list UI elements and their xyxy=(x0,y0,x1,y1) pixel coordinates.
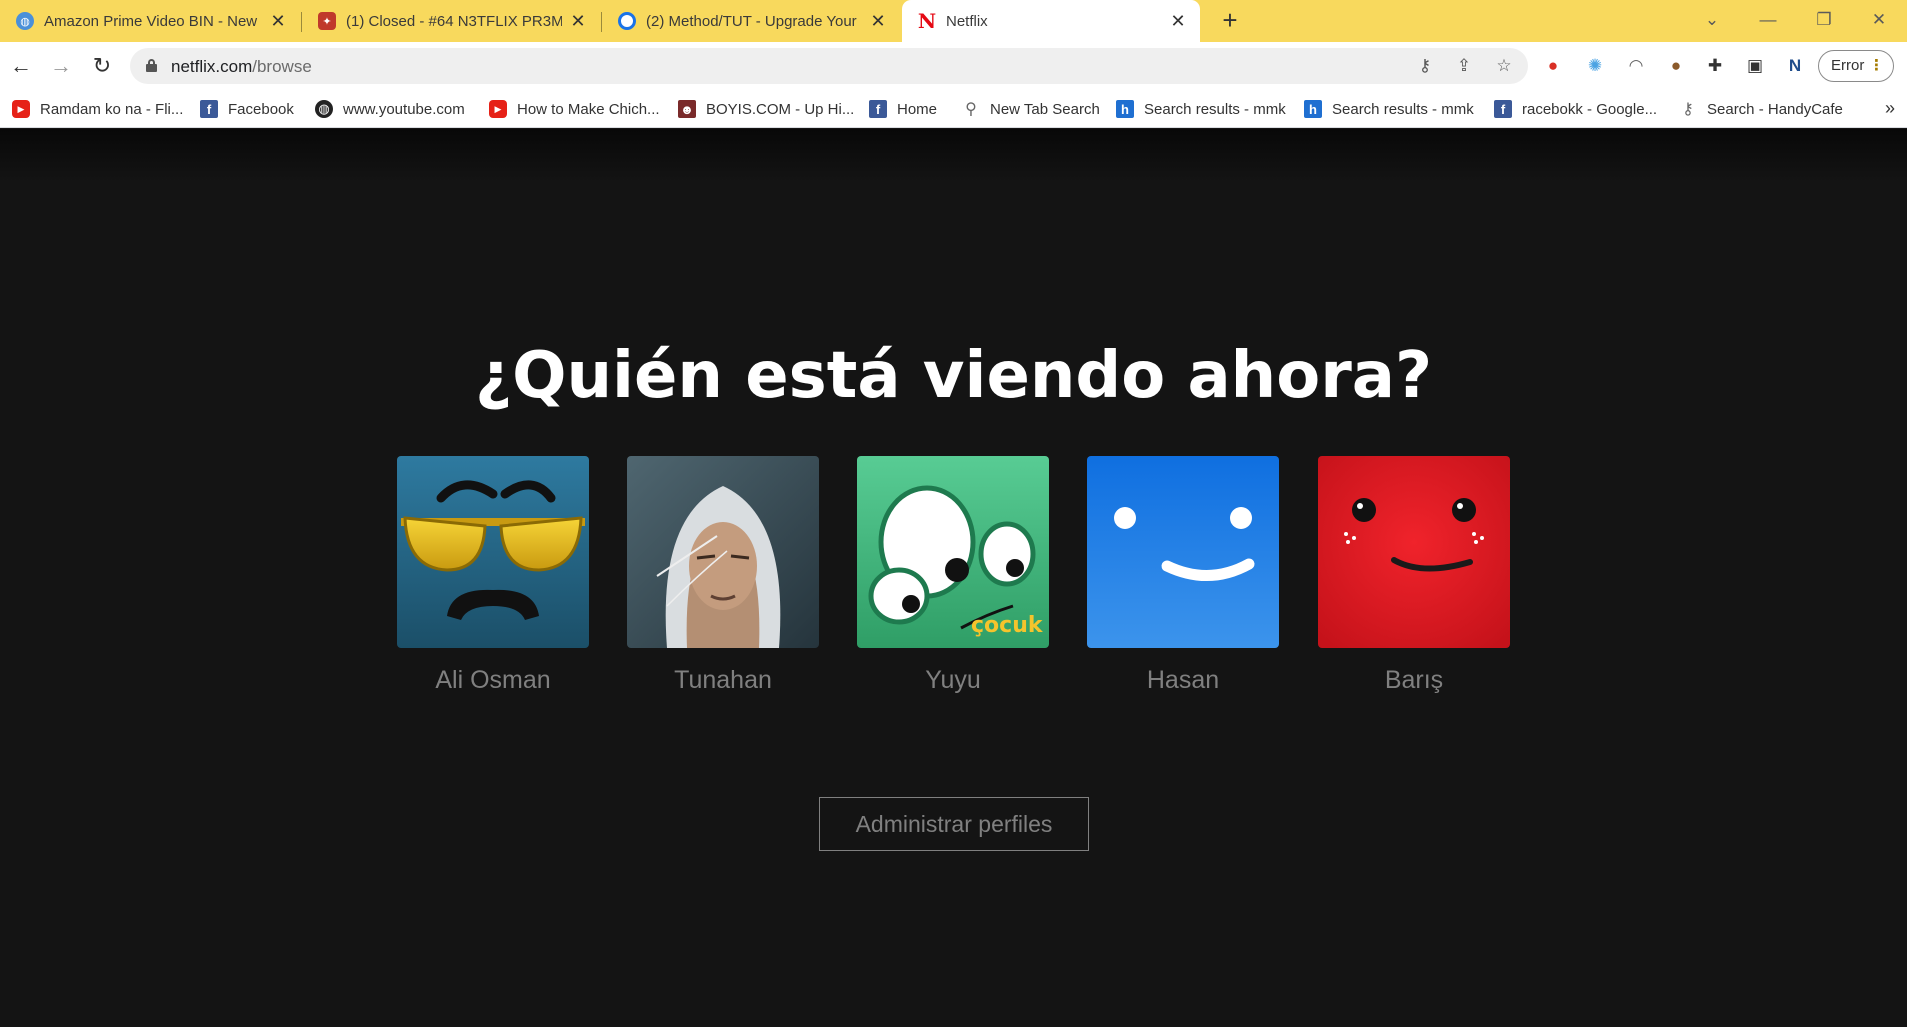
profile-name: Tunahan xyxy=(674,666,772,694)
shield-favicon-icon: ✦ xyxy=(318,12,336,30)
forward-arrow-icon[interactable]: → xyxy=(45,50,77,82)
url-domain: netflix.com xyxy=(171,57,253,76)
profile-name: Barış xyxy=(1384,666,1444,694)
bookmark-label: New Tab Search xyxy=(990,100,1100,118)
restore-icon[interactable]: ❐ xyxy=(1796,0,1852,42)
globe-icon: ◍ xyxy=(315,100,333,118)
share-icon[interactable]: ⇪ xyxy=(1453,55,1475,77)
profile-name: Yuyu xyxy=(925,666,981,694)
bookmark-item[interactable]: h Search results - mmk xyxy=(1304,99,1474,119)
cocuk-badge: çocuk xyxy=(971,613,1044,638)
sunglasses-mustache-avatar-icon[interactable] xyxy=(397,456,589,648)
search-icon: ⚲ xyxy=(965,101,977,118)
boyis-icon: ☻ xyxy=(678,100,696,118)
bookmark-label: www.youtube.com xyxy=(343,100,465,118)
tab-title: Netflix xyxy=(946,12,988,30)
profile-ali-osman[interactable]: Ali Osman xyxy=(397,456,589,695)
bookmark-label: How to Make Chich... xyxy=(517,100,660,118)
tab-closed-thread[interactable]: ✦ (1) Closed - #64 N3TFLIX PR3MIU ✕ xyxy=(302,0,600,42)
witcher-avatar-icon[interactable] xyxy=(627,456,819,648)
youtube-icon: ▶ xyxy=(12,100,30,118)
profile-tunahan[interactable]: Tunahan xyxy=(627,456,819,695)
chrome-favicon-icon xyxy=(618,12,636,30)
bookmark-item[interactable]: f Home xyxy=(869,99,937,119)
facebook-icon: f xyxy=(1494,100,1512,118)
bookmark-item[interactable]: ⚲ New Tab Search xyxy=(962,99,1100,119)
key-icon: ⚷ xyxy=(1682,101,1694,118)
cocuk-kids-avatar-icon[interactable]: çocuk xyxy=(857,456,1049,648)
page-title: ¿Quién está viendo ahora? xyxy=(474,339,1433,413)
blue-smile-avatar-icon[interactable] xyxy=(1087,456,1279,648)
bookmark-item[interactable]: ▶ Ramdam ko na - Fli... xyxy=(12,99,183,119)
back-arrow-icon[interactable]: ← xyxy=(5,50,37,82)
bookmark-label: Ramdam ko na - Fli... xyxy=(40,100,184,118)
bookmark-item[interactable]: ◍ www.youtube.com xyxy=(315,99,465,119)
extension-blue-icon[interactable]: ✺ xyxy=(1583,54,1607,78)
key-icon[interactable]: ⚷ xyxy=(1414,55,1436,77)
url-path: /browse xyxy=(252,57,312,76)
profile-name: Ali Osman xyxy=(435,666,551,694)
manage-profiles-button[interactable]: Administrar perfiles xyxy=(819,797,1089,851)
tab-search-chevron-icon[interactable]: ⌄ xyxy=(1684,0,1740,42)
error-profile-button[interactable]: Error ⋮ xyxy=(1818,50,1894,82)
bookmark-item[interactable]: h Search results - mmk xyxy=(1116,99,1286,119)
bookmark-label: Search results - mmk xyxy=(1144,100,1286,118)
bookmark-item[interactable]: ☻ BOYIS.COM - Up Hi... xyxy=(678,99,854,119)
new-tab-button[interactable]: + xyxy=(1214,4,1246,36)
profile-baris[interactable]: Barış xyxy=(1318,456,1510,695)
bookmarks-overflow-chevron[interactable]: » xyxy=(1885,98,1895,119)
profile-hasan[interactable]: Hasan xyxy=(1087,456,1279,695)
tab-netflix[interactable]: N Netflix ✕ xyxy=(902,0,1200,42)
tab-title: (1) Closed - #64 N3TFLIX PR3MIU xyxy=(346,12,562,30)
lock-icon xyxy=(146,59,157,72)
bookmark-label: BOYIS.COM - Up Hi... xyxy=(706,100,855,118)
close-tab-icon[interactable]: ✕ xyxy=(868,11,888,32)
url-text: netflix.com/browse xyxy=(171,57,312,77)
red-fluffy-avatar-icon[interactable] xyxy=(1318,456,1510,648)
bookmark-item[interactable]: ⚷ Search - HandyCafe xyxy=(1679,99,1843,119)
bookmark-label: Search - HandyCafe xyxy=(1707,100,1843,118)
tab-amazon-prime[interactable]: ◍ Amazon Prime Video BIN - New ✕ xyxy=(0,0,300,42)
bookmark-label: racebokk - Google... xyxy=(1522,100,1658,118)
error-label: Error xyxy=(1831,57,1865,74)
address-bar[interactable]: netflix.com/browse ⚷ ⇪ ☆ xyxy=(130,48,1528,84)
bookmark-label: Facebook xyxy=(228,100,294,118)
youtube-icon: ▶ xyxy=(489,100,507,118)
facebook-icon: f xyxy=(200,100,218,118)
bookmark-label: Home xyxy=(897,100,938,118)
extensions-puzzle-icon[interactable]: ✚ xyxy=(1703,54,1727,78)
bookmarks-bar: ▶ Ramdam ko na - Fli... f Facebook ◍ www… xyxy=(0,90,1907,128)
profile-n-icon[interactable]: N xyxy=(1783,54,1807,78)
profile-yuyu[interactable]: çocuk Yuyu xyxy=(857,456,1049,695)
extension-red-icon[interactable]: ● xyxy=(1541,54,1565,78)
cookie-icon[interactable]: ● xyxy=(1664,54,1688,78)
menu-kebab-icon: ⋮ xyxy=(1869,57,1884,74)
close-tab-icon[interactable]: ✕ xyxy=(568,11,588,32)
bookmark-item[interactable]: f Facebook xyxy=(200,99,294,119)
tab-method-tut[interactable]: (2) Method/TUT - Upgrade Your ✕ xyxy=(602,0,900,42)
tab-title: (2) Method/TUT - Upgrade Your xyxy=(646,12,857,30)
close-window-icon[interactable]: ✕ xyxy=(1851,0,1907,42)
tab-title: Amazon Prime Video BIN - New xyxy=(44,12,258,30)
bookmark-item[interactable]: f racebokk - Google... xyxy=(1494,99,1657,119)
close-tab-icon[interactable]: ✕ xyxy=(1168,11,1188,32)
globe-favicon-icon: ◍ xyxy=(16,12,34,30)
bookmark-star-icon[interactable]: ☆ xyxy=(1493,55,1515,77)
tab-strip: ◍ Amazon Prime Video BIN - New ✕ ✦ (1) C… xyxy=(0,0,1907,42)
page-top-gradient xyxy=(0,129,1907,183)
facebook-icon: f xyxy=(869,100,887,118)
browser-toolbar: ← → ↻ netflix.com/browse ⚷ ⇪ ☆ ● ✺ ◠ ● ✚… xyxy=(0,42,1907,90)
close-tab-icon[interactable]: ✕ xyxy=(268,11,288,32)
extension-arc-icon[interactable]: ◠ xyxy=(1624,54,1648,78)
bookmark-item[interactable]: ▶ How to Make Chich... xyxy=(489,99,660,119)
netflix-favicon-icon: N xyxy=(917,9,937,33)
minimize-icon[interactable]: — xyxy=(1740,0,1796,42)
bookmark-label: Search results - mmk xyxy=(1332,100,1474,118)
netflix-profile-gate: ¿Quién está viendo ahora? Ali Osman Tuna… xyxy=(0,129,1907,1027)
h-icon: h xyxy=(1304,100,1322,118)
reload-icon[interactable]: ↻ xyxy=(86,50,118,82)
profile-name: Hasan xyxy=(1146,666,1220,694)
h-icon: h xyxy=(1116,100,1134,118)
side-panel-icon[interactable]: ▣ xyxy=(1743,54,1767,78)
